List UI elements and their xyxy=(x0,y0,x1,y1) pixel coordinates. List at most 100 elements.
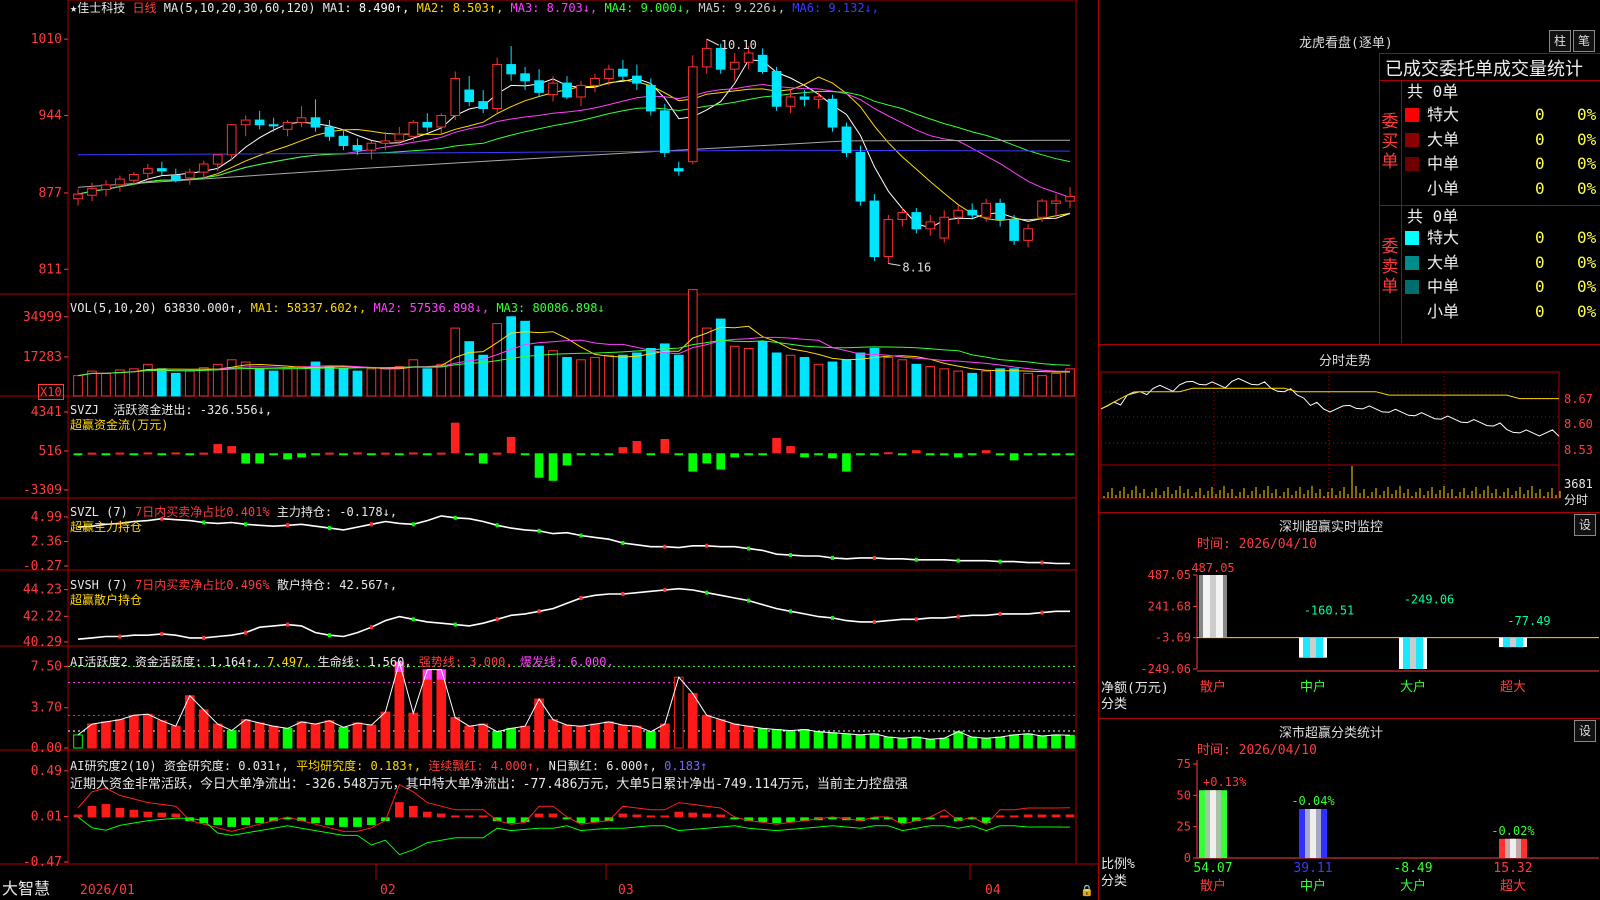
ai1-bar xyxy=(841,733,852,749)
candle-body xyxy=(352,145,363,151)
ai1-bar xyxy=(576,725,586,749)
bar-mode-button[interactable]: 柱 xyxy=(1549,30,1571,52)
candle-body xyxy=(897,212,908,221)
volume-bar xyxy=(464,341,475,397)
minute-avg-line xyxy=(1100,387,1559,410)
volume-bar xyxy=(771,352,782,397)
svzl-subtitle: 超赢主力持仓 xyxy=(70,520,143,534)
monitor-bar-core-1 xyxy=(1210,575,1216,638)
minute-price-hi: 8.67 xyxy=(1564,392,1593,406)
stats-ylabel: 比例% xyxy=(1101,857,1135,872)
svsh-tick-mark xyxy=(118,634,122,639)
svzj-bar xyxy=(562,453,572,466)
candle-body xyxy=(562,82,572,98)
stats-tick-2: 25 xyxy=(1177,820,1191,834)
volume-bar xyxy=(939,368,950,397)
stats-settings-button[interactable]: 设 xyxy=(1574,720,1596,742)
ai1-bar xyxy=(268,725,279,749)
period-label[interactable]: 日线 xyxy=(132,1,156,15)
ma-label-3: MA3: xyxy=(510,1,547,15)
ai2-green-line xyxy=(77,816,1071,856)
buy-order-row-4: 小单 0 0% xyxy=(1405,177,1600,201)
price-tick-944: 944 xyxy=(39,108,63,123)
volume-bar xyxy=(799,357,810,397)
stats-cat-4: 超大 xyxy=(1500,879,1526,894)
volume-bar xyxy=(352,370,363,397)
volume-bar xyxy=(967,372,978,397)
svsh-tick-high: 44.23 xyxy=(23,583,62,598)
main-chart-area[interactable]: 1010 944 877 811 10.10 8.16 34999 17283 4341 516 -… xyxy=(0,0,1098,900)
svzj-bar xyxy=(688,453,698,472)
monitor-cat-2: 中户 xyxy=(1300,679,1326,695)
minute-chart-svg[interactable] xyxy=(1099,370,1600,510)
svzj-bar xyxy=(618,447,628,454)
ai1-bar xyxy=(492,731,502,749)
candle-body xyxy=(184,171,195,179)
svzj-bar xyxy=(911,450,921,454)
svzj-bar xyxy=(269,453,278,456)
ai1-bar xyxy=(953,731,964,749)
svzl-tick-mark xyxy=(286,523,290,528)
svzl-tick-mark xyxy=(872,555,876,560)
volume-bar xyxy=(450,327,461,397)
ai1-bar xyxy=(129,714,139,749)
lock-icon[interactable]: 🔒 xyxy=(1080,884,1094,898)
ai2-tick-mid: 0.01 xyxy=(31,809,62,824)
svzj-bar xyxy=(870,453,879,456)
volume-bar xyxy=(729,345,740,397)
svzj-bar xyxy=(129,453,139,456)
ai1-bar xyxy=(324,720,335,749)
candle-body xyxy=(673,168,684,172)
ma-value-6: 9.132↓, xyxy=(828,1,879,15)
buy-order-name-2: 大单 xyxy=(1427,129,1460,149)
svzl-header: SVZL (7) 7日内买卖净占比0.401% 主力持仓: -0.178↓, xyxy=(70,505,398,519)
svzj-bar xyxy=(185,453,195,456)
ai2-bar xyxy=(548,813,558,818)
sell-order-name-1: 特大 xyxy=(1427,228,1460,247)
candle-body xyxy=(967,209,978,216)
candle-body xyxy=(73,193,83,200)
stats-tick-1: 50 xyxy=(1177,788,1191,802)
ai1-bar xyxy=(855,734,866,749)
volume-bar xyxy=(785,354,796,397)
buy-order-row-2: 大单 0 0% xyxy=(1405,128,1600,152)
ai2-bar xyxy=(758,817,767,823)
ai2-bar xyxy=(408,805,418,818)
svsh-tick-mark xyxy=(495,617,499,622)
monitor-chart-svg: 487.05 241.68 -3.69 -249.06 487.05 散户 -160.51 中… xyxy=(1140,561,1599,695)
ma-label-2: MA2: xyxy=(416,1,453,15)
ai2-bar xyxy=(506,817,516,824)
ai2-bar xyxy=(115,807,125,818)
ai1-bar xyxy=(911,736,922,749)
svzj-bar xyxy=(422,453,432,456)
tick-mode-button[interactable]: 笔 xyxy=(1573,30,1595,52)
volume-bar xyxy=(827,361,838,397)
ai1-bar xyxy=(729,723,740,749)
volume-bar xyxy=(422,368,433,397)
candle-body xyxy=(604,68,614,79)
ai2-bar xyxy=(450,815,460,818)
ai2-bar xyxy=(255,817,264,824)
ai1-bar xyxy=(352,722,363,749)
vol-ma-label-3: MA3: xyxy=(496,301,533,315)
ai1-bar xyxy=(604,721,614,749)
ai1-bar xyxy=(981,737,992,749)
ai1-bar xyxy=(450,717,461,749)
volume-bar xyxy=(324,366,335,397)
svzj-bar xyxy=(590,453,600,456)
candle-body xyxy=(729,61,740,70)
ai1-bar xyxy=(995,736,1005,749)
candle-body xyxy=(366,142,377,151)
ai2-bar xyxy=(1065,814,1075,818)
volume-bar xyxy=(604,354,614,397)
candle-body xyxy=(310,117,321,128)
volume-bar xyxy=(156,368,167,397)
ai2-bar xyxy=(241,817,250,825)
monitor-value-4: -77.49 xyxy=(1507,614,1550,628)
monitor-settings-button[interactable]: 设 xyxy=(1574,514,1596,536)
svzj-bar xyxy=(632,441,642,454)
ai1-bar xyxy=(646,731,656,749)
svzl-tick-mid: 2.36 xyxy=(31,534,62,549)
candle-body xyxy=(324,126,335,137)
volume-bar xyxy=(1009,368,1019,397)
